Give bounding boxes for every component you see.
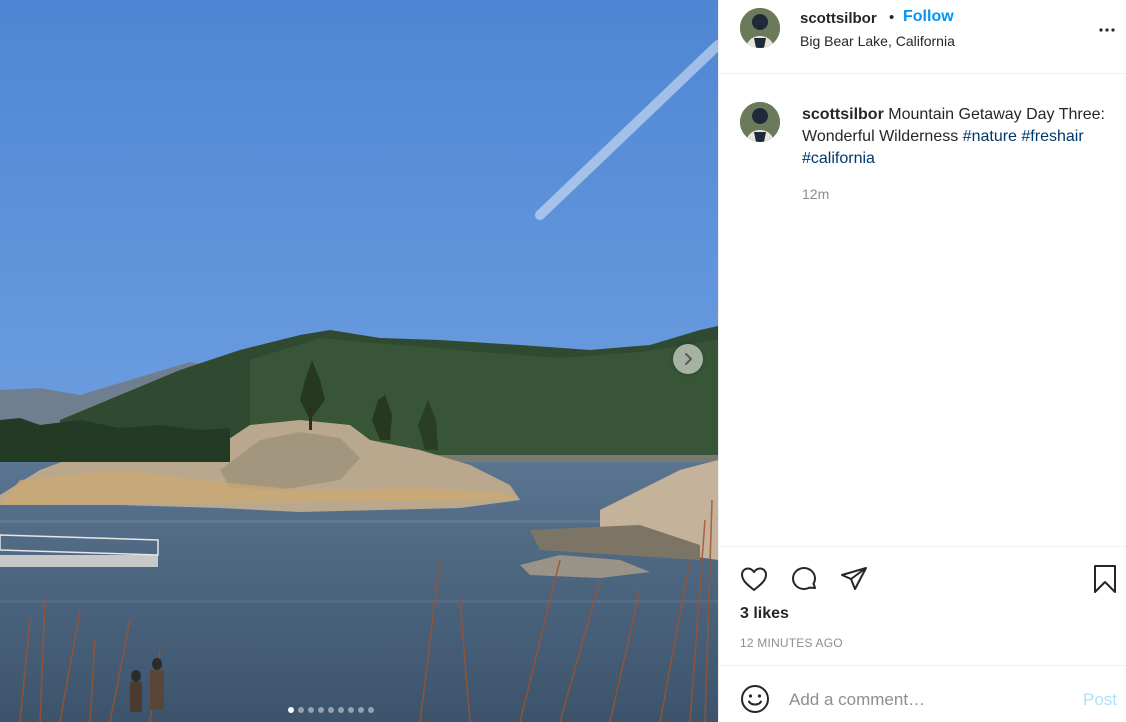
bookmark-icon[interactable] (1089, 563, 1121, 595)
more-options-icon[interactable] (1095, 18, 1119, 42)
heart-icon[interactable] (738, 563, 770, 595)
header-username[interactable]: scottsilbor (800, 10, 877, 27)
carousel-dot (348, 707, 354, 713)
header-separator: • (889, 9, 895, 26)
caption-username[interactable]: scottsilbor (802, 106, 884, 123)
paper-plane-icon[interactable] (838, 563, 870, 595)
carousel-dot (308, 707, 314, 713)
carousel-dot (358, 707, 364, 713)
avatar[interactable] (740, 8, 780, 48)
lake-landscape-image (0, 0, 718, 722)
carousel-dot (298, 707, 304, 713)
divider (719, 665, 1126, 666)
hashtag-california[interactable]: #california (802, 150, 875, 167)
carousel-next-button[interactable] (673, 344, 703, 374)
location-link[interactable]: Big Bear Lake, California (800, 33, 955, 49)
post-header: scottsilbor • Follow Big Bear Lake, Cali… (719, 0, 1126, 74)
follow-button[interactable]: Follow (903, 8, 954, 26)
like-count[interactable]: 3 likes (740, 605, 789, 623)
divider (719, 546, 1126, 547)
avatar-image (740, 8, 780, 48)
comment-bubble-icon[interactable] (788, 563, 820, 595)
carousel-dot (318, 707, 324, 713)
carousel-dot (338, 707, 344, 713)
post-comment-button[interactable]: Post (1083, 690, 1117, 710)
chevron-right-icon (685, 353, 692, 365)
carousel-dot (288, 707, 294, 713)
caption-avatar[interactable] (740, 102, 780, 142)
carousel-indicator (288, 707, 374, 713)
carousel-dot (368, 707, 374, 713)
emoji-smile-icon[interactable] (739, 683, 771, 715)
post-date[interactable]: 12 MINUTES AGO (740, 636, 843, 650)
post-photo[interactable] (0, 0, 718, 722)
carousel-dot (328, 707, 334, 713)
hashtag-nature[interactable]: #nature (963, 128, 1017, 145)
hashtag-freshair[interactable]: #freshair (1021, 128, 1083, 145)
post-caption: scottsilbor Mountain Getaway Day Three: … (802, 104, 1112, 170)
avatar-image (740, 102, 780, 142)
comment-input[interactable] (789, 686, 1069, 714)
post-details-panel: scottsilbor • Follow Big Bear Lake, Cali… (718, 0, 1126, 722)
caption-timestamp[interactable]: 12m (802, 186, 829, 202)
